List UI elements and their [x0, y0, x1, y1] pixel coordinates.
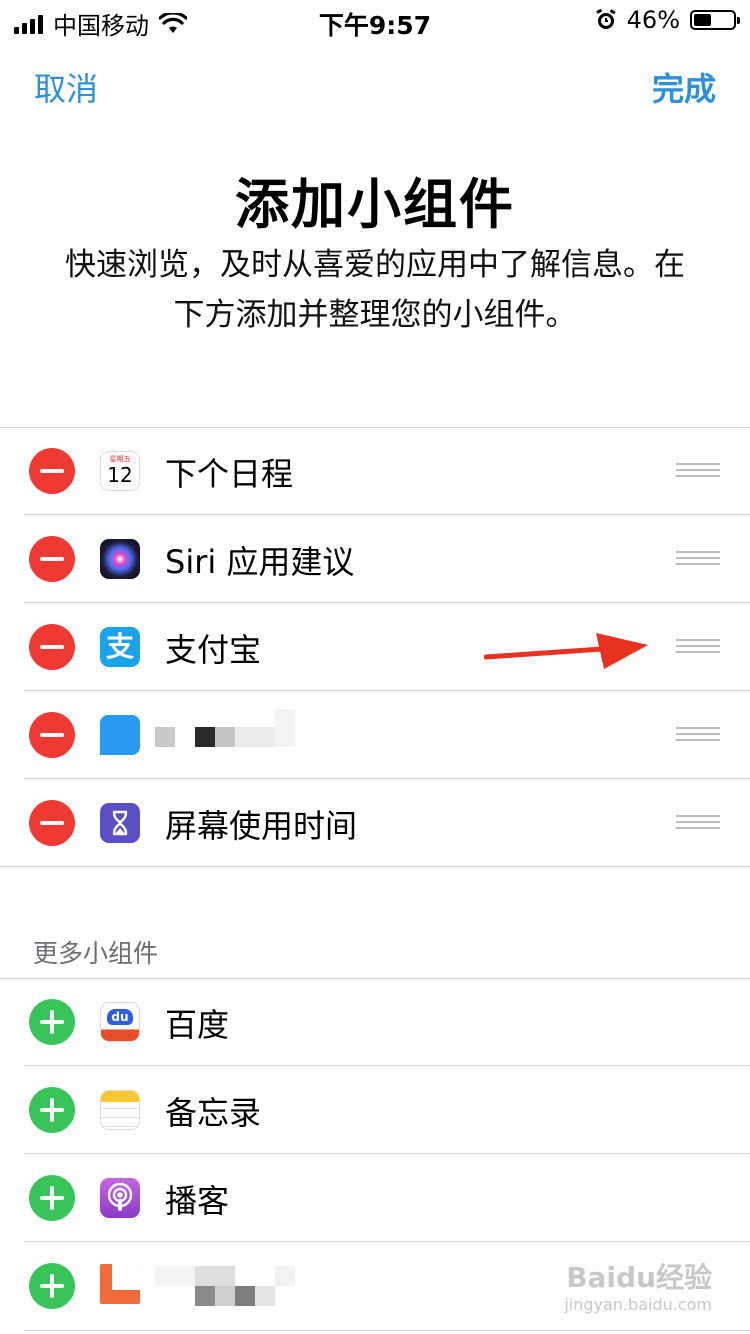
widget-label: Siri 应用建议: [165, 543, 355, 581]
page-title: 添加小组件: [235, 173, 515, 236]
baidu-paw-glyph: du: [107, 1009, 133, 1025]
add-button[interactable]: [29, 1263, 75, 1309]
add-button[interactable]: [29, 1175, 75, 1221]
podcasts-icon: [100, 1178, 140, 1218]
more-widgets-header: 更多小组件: [33, 939, 159, 968]
more-row-notes: 备忘录: [0, 1066, 750, 1154]
notes-icon: [100, 1090, 140, 1130]
widget-row-siri: Siri 应用建议: [0, 515, 750, 603]
reorder-handle[interactable]: [676, 639, 720, 655]
status-bar: 中国移动 下午9:57 46%: [0, 0, 750, 40]
widget-label: 支付宝: [165, 631, 262, 669]
add-button[interactable]: [29, 1087, 75, 1133]
remove-button[interactable]: [29, 800, 75, 846]
remove-button[interactable]: [29, 448, 75, 494]
calendar-icon: 星期五 12: [100, 451, 140, 491]
watermark-url: jingyan.baidu.com: [564, 1295, 712, 1314]
reorder-handle[interactable]: [676, 551, 720, 567]
add-button[interactable]: [29, 999, 75, 1045]
hourglass-icon: [100, 803, 140, 843]
reorder-handle[interactable]: [676, 815, 720, 831]
blurred-app-icon: [100, 715, 140, 755]
watermark-brand: Baidu经验: [566, 1261, 712, 1294]
widget-label: 备忘录: [165, 1094, 262, 1132]
baidu-icon: du: [100, 1002, 140, 1042]
page-subtitle: 快速浏览，及时从喜爱的应用中了解信息。在下方添加并整理您的小组件。: [65, 247, 685, 333]
cancel-button[interactable]: 取消: [34, 64, 98, 110]
more-row-podcasts: 播客: [0, 1154, 750, 1242]
widget-row-calendar: 星期五 12 下个日程: [0, 427, 750, 515]
widget-row-alipay: 支 支付宝: [0, 603, 750, 691]
alipay-icon: 支: [100, 627, 140, 667]
baidu-jingyan-watermark: Baidu经验 jingyan.baidu.com: [564, 1262, 712, 1316]
more-list-bottom-divider: [24, 1330, 750, 1331]
calendar-day: 12: [107, 463, 133, 487]
widget-row-blurred: [0, 691, 750, 779]
widget-row-screentime: 屏幕使用时间: [0, 779, 750, 867]
siri-icon: [100, 539, 140, 579]
more-row-baidu: du 百度: [0, 978, 750, 1066]
battery-icon: [690, 10, 740, 30]
battery-percent: 46%: [626, 6, 680, 34]
widget-label: 播客: [165, 1182, 230, 1220]
widget-label: 百度: [165, 1006, 230, 1044]
widget-label: 下个日程: [165, 455, 294, 493]
reorder-handle[interactable]: [676, 727, 720, 743]
widget-label: 屏幕使用时间: [165, 807, 358, 845]
reorder-handle[interactable]: [676, 463, 720, 479]
blurred-app-icon: [100, 1264, 140, 1304]
remove-button[interactable]: [29, 536, 75, 582]
annotation-arrow: [484, 633, 648, 669]
remove-button[interactable]: [29, 712, 75, 758]
done-button[interactable]: 完成: [652, 64, 716, 110]
list-bottom-divider: [0, 866, 750, 867]
remove-button[interactable]: [29, 624, 75, 670]
alarm-icon: [595, 9, 616, 29]
alipay-icon-glyph: 支: [105, 630, 134, 663]
